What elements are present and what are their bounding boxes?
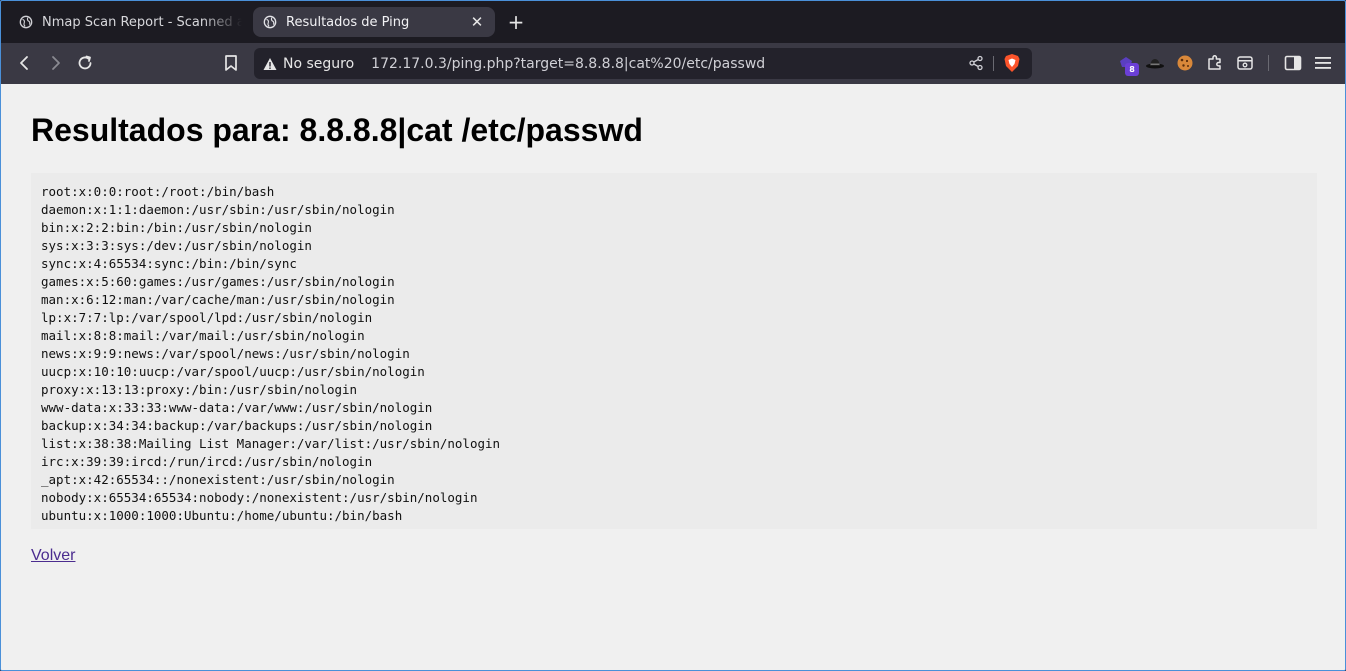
menu-button[interactable] — [1312, 52, 1334, 74]
tab-resultados-ping[interactable]: Resultados de Ping ✕ — [253, 7, 495, 37]
tab-nmap-report[interactable]: Nmap Scan Report - Scanned at We — [9, 7, 249, 37]
toolbar: No seguro 172.17.0.3/ping.php?target=8.8… — [1, 43, 1345, 84]
arrow-left-icon — [20, 56, 28, 70]
share-icon[interactable] — [968, 55, 984, 71]
wallet-button[interactable] — [1234, 52, 1256, 74]
security-label[interactable]: No seguro — [283, 56, 354, 72]
page-content: Resultados para: 8.8.8.8|cat /etc/passwd… — [1, 84, 1345, 670]
new-tab-button[interactable]: + — [505, 10, 527, 34]
toolbar-divider — [1268, 55, 1269, 71]
bookmark-icon — [225, 55, 237, 71]
close-tab-icon[interactable]: ✕ — [469, 14, 485, 30]
back-link[interactable]: Volver — [31, 547, 75, 565]
wallet-icon — [1237, 56, 1253, 70]
forward-button[interactable] — [43, 51, 67, 75]
hamburger-menu-icon — [1315, 57, 1331, 69]
cookie-extension-icon[interactable] — [1174, 52, 1196, 74]
bookmark-button[interactable] — [219, 51, 243, 75]
command-output: root:x:0:0:root:/root:/bin/bash daemon:x… — [31, 173, 1317, 529]
tab-title: Nmap Scan Report - Scanned at We — [42, 14, 242, 30]
url-divider — [993, 56, 994, 71]
brave-shield-icon[interactable] — [1003, 53, 1021, 73]
hat-extension-icon[interactable] — [1144, 52, 1166, 74]
extension-count-badge: 8 — [1125, 63, 1139, 76]
sidebar-icon — [1284, 55, 1302, 71]
page-title: Resultados para: 8.8.8.8|cat /etc/passwd — [31, 112, 643, 148]
hat-icon — [1146, 59, 1164, 69]
globe-icon — [263, 15, 277, 29]
sidebar-toggle-button[interactable] — [1282, 52, 1304, 74]
reload-icon — [78, 55, 92, 70]
arrow-right-icon — [52, 56, 60, 70]
warning-icon — [263, 57, 277, 70]
extensions-button[interactable] — [1204, 52, 1226, 74]
reload-button[interactable] — [73, 51, 97, 75]
tab-strip: Nmap Scan Report - Scanned at We Resulta… — [1, 1, 1345, 43]
browser-window: Nmap Scan Report - Scanned at We Resulta… — [0, 0, 1346, 671]
globe-icon — [19, 15, 33, 29]
tab-title: Resultados de Ping — [286, 14, 410, 30]
back-button[interactable] — [13, 51, 37, 75]
puzzle-icon — [1208, 55, 1221, 70]
url-text[interactable]: 172.17.0.3/ping.php?target=8.8.8.8|cat%2… — [371, 56, 765, 72]
cookie-icon — [1177, 55, 1193, 71]
address-bar[interactable]: No seguro 172.17.0.3/ping.php?target=8.8… — [254, 48, 1032, 79]
